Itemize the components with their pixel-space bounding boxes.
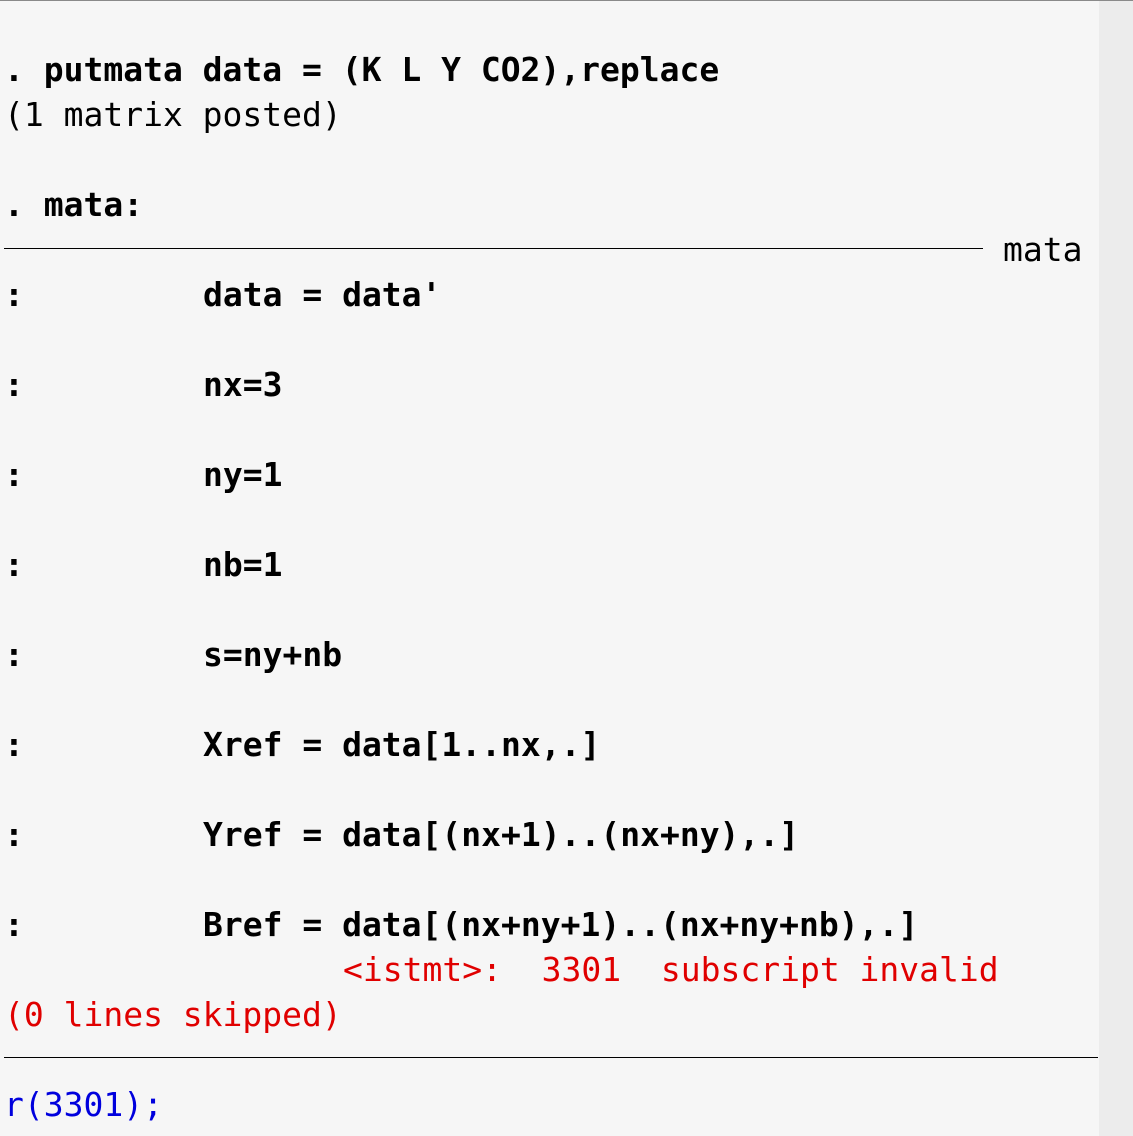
- mata-statement: Xref = data[1..nx,.]: [203, 725, 601, 764]
- mata-statement: ny=1: [203, 455, 283, 494]
- mata-prompt: :: [4, 905, 24, 944]
- return-code: r(3301);: [4, 1085, 163, 1124]
- results-console: . putmata data = (K L Y CO2),replace (1 …: [0, 0, 1099, 1136]
- mata-prompt: :: [4, 275, 24, 314]
- putmata-result: (1 matrix posted): [4, 95, 342, 134]
- mata-statement: Bref = data[(nx+ny+1)..(nx+ny+nb),.]: [203, 905, 919, 944]
- mata-end-rule: [4, 1057, 1098, 1058]
- mata-statement: nx=3: [203, 365, 283, 404]
- mata-prompt: :: [4, 725, 24, 764]
- mata-prompt: :: [4, 365, 24, 404]
- mata-statement: Yref = data[(nx+1)..(nx+ny),.]: [203, 815, 800, 854]
- lines-skipped-message: (0 lines skipped): [4, 995, 342, 1034]
- mata-prompt: :: [4, 455, 24, 494]
- mata-section-label: mata: [1003, 230, 1083, 269]
- vertical-scrollbar[interactable]: [1099, 1, 1133, 1136]
- error-message: <istmt>: 3301 subscript invalid: [343, 950, 999, 989]
- mata-prompt: :: [4, 635, 24, 674]
- mata-statement: nb=1: [203, 545, 283, 584]
- mata-prompt: :: [4, 545, 24, 584]
- mata-command: . mata:: [4, 185, 144, 224]
- putmata-command: . putmata data = (K L Y CO2),replace: [4, 50, 720, 89]
- mata-statement: s=ny+nb: [203, 635, 343, 674]
- mata-section-rule: [4, 248, 983, 249]
- mata-statement: data = data': [203, 275, 442, 314]
- mata-prompt: :: [4, 815, 24, 854]
